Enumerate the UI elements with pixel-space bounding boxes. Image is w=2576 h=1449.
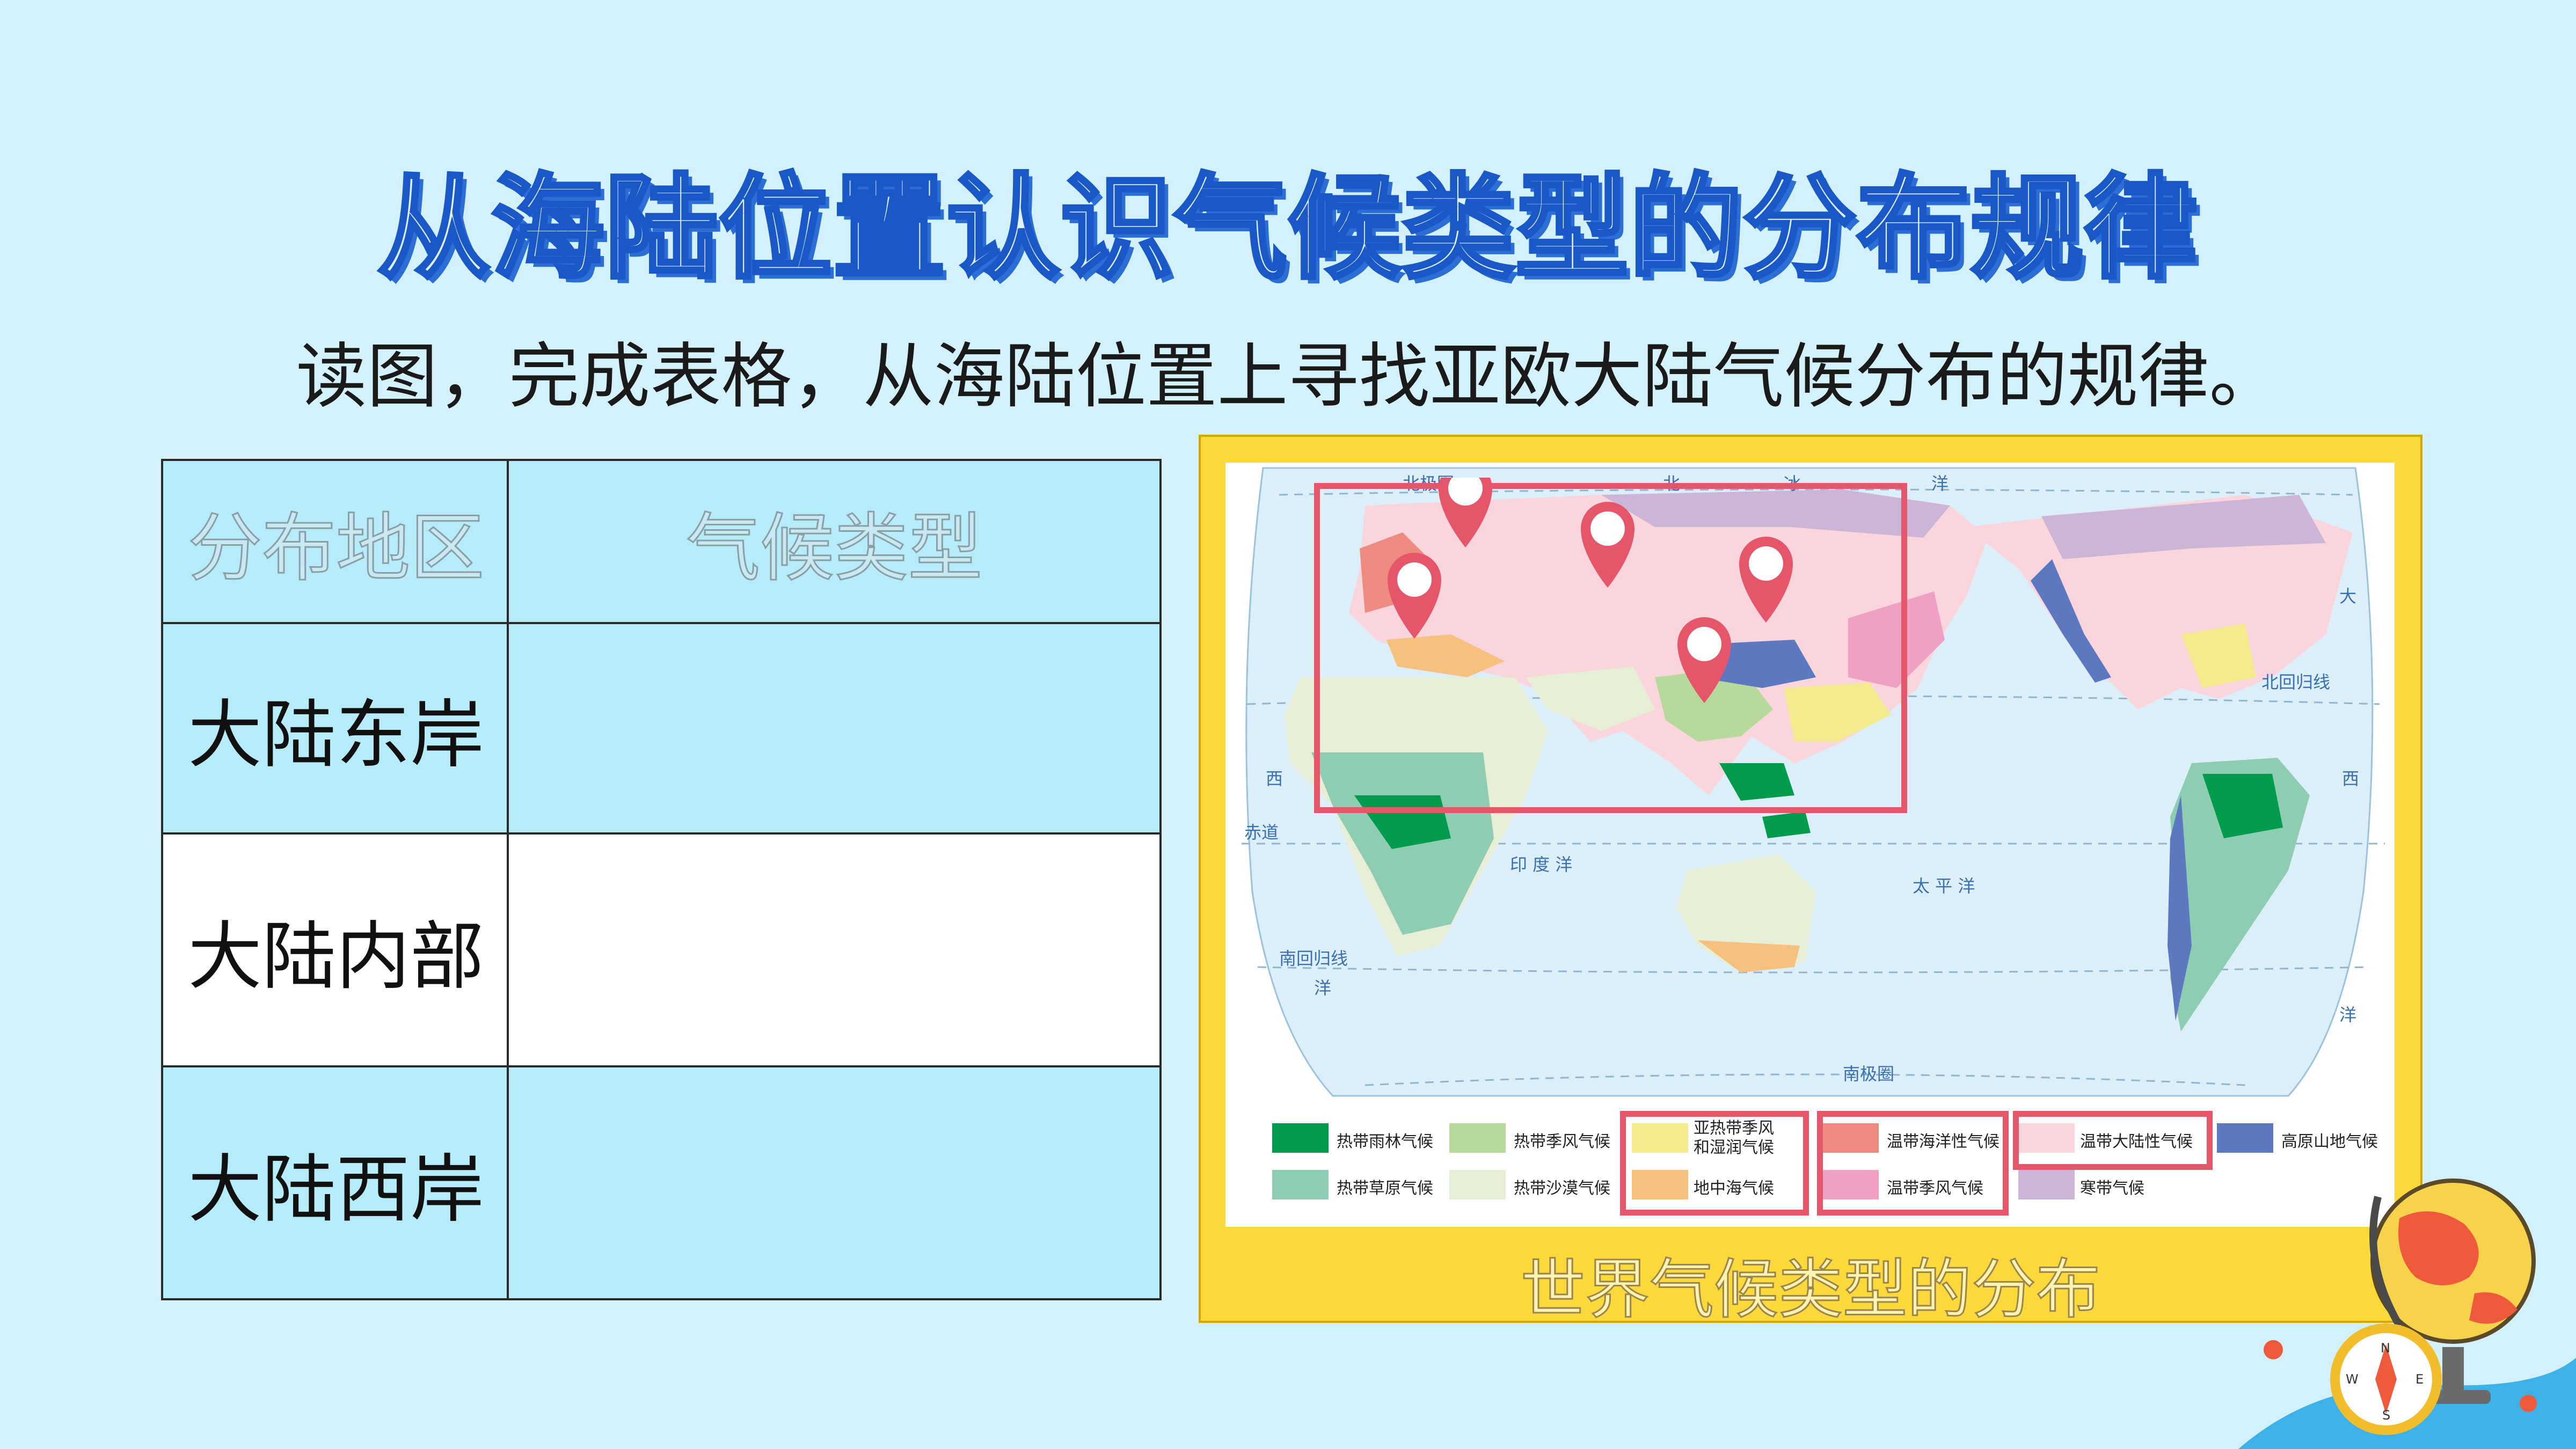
legend-label: 寒带气候: [2080, 1179, 2144, 1198]
legend-label: 高原山地气候: [2281, 1132, 2378, 1151]
legend-swatch: [2018, 1170, 2075, 1199]
table-row: 大陆东岸: [161, 622, 1162, 835]
tropic-cancer-label: 北回归线: [2261, 672, 2330, 692]
legend-label: 热带沙漠气候: [1514, 1179, 1610, 1198]
map-label-west-2: 西: [1266, 769, 1283, 789]
legend-label: 热带雨林气候: [1337, 1132, 1433, 1151]
equator-label: 赤道: [1244, 822, 1279, 843]
header-region: 分布地区: [161, 459, 509, 624]
map-label-ocean-2: 洋: [2339, 1005, 2356, 1025]
map-label-big: 大: [2339, 586, 2356, 606]
table-row: 大陆内部: [161, 832, 1162, 1067]
pacific-ocean-label: 太 平 洋: [1913, 876, 1975, 896]
row-region: 大陆东岸: [161, 622, 509, 835]
legend-swatch: [1449, 1123, 1506, 1153]
table-header-row: 分布地区 气候类型: [161, 459, 1162, 624]
row-climate-cell[interactable]: [507, 832, 1162, 1067]
legend-highlight-box: [1817, 1111, 2009, 1216]
legend-swatch: [1272, 1170, 1329, 1199]
location-pin-icon: [1388, 553, 1441, 639]
decor-dot: [2264, 1340, 2283, 1359]
location-pin-icon: [1677, 617, 1731, 703]
decor-dot: [2520, 1395, 2537, 1412]
globe-compass-decoration: N E S W: [2238, 1179, 2576, 1449]
location-pin-icon: [1581, 502, 1634, 588]
legend-label: 热带草原气候: [1337, 1179, 1433, 1198]
row-climate-cell[interactable]: [507, 622, 1162, 835]
indian-ocean-label: 印 度 洋: [1510, 854, 1572, 875]
legend-label: 热带季风气候: [1514, 1132, 1610, 1151]
tropic-capricorn-label: 南回归线: [1279, 948, 1348, 969]
svg-text:N: N: [2381, 1341, 2390, 1356]
row-region: 大陆内部: [161, 832, 509, 1067]
row-region: 大陆西岸: [161, 1065, 509, 1300]
antarctic-circle-label: 南极圈: [1843, 1064, 1894, 1084]
svg-text:W: W: [2346, 1372, 2359, 1387]
legend-highlight-box: [2013, 1111, 2213, 1170]
compass-icon: N E S W: [2330, 1323, 2442, 1435]
map-label-west: 西: [2342, 769, 2359, 789]
location-pin-icon: [1439, 478, 1492, 547]
legend-swatch: [1272, 1123, 1329, 1153]
header-climate: 气候类型: [507, 459, 1162, 624]
map-label-ocean: 洋: [1931, 473, 1949, 494]
map-label-ocean-3: 洋: [1314, 978, 1331, 998]
location-pins: [1388, 478, 1793, 703]
page-title: 从海陆位置认识气候类型的分布规律: [376, 161, 2199, 296]
legend-highlight-box: [1620, 1111, 1809, 1216]
location-pin-icon: [1739, 537, 1793, 623]
legend-swatch: [2217, 1123, 2273, 1153]
climate-table: 分布地区 气候类型 大陆东岸 大陆内部 大陆西岸: [161, 459, 1162, 1300]
row-climate-cell[interactable]: [507, 1065, 1162, 1300]
legend-swatch: [1449, 1170, 1506, 1199]
svg-text:S: S: [2382, 1408, 2390, 1423]
table-row: 大陆西岸: [161, 1065, 1162, 1300]
instruction-text: 读图，完成表格，从海陆位置上寻找亚欧大陆气候分布的规律。: [296, 335, 2280, 418]
svg-text:E: E: [2416, 1372, 2424, 1387]
